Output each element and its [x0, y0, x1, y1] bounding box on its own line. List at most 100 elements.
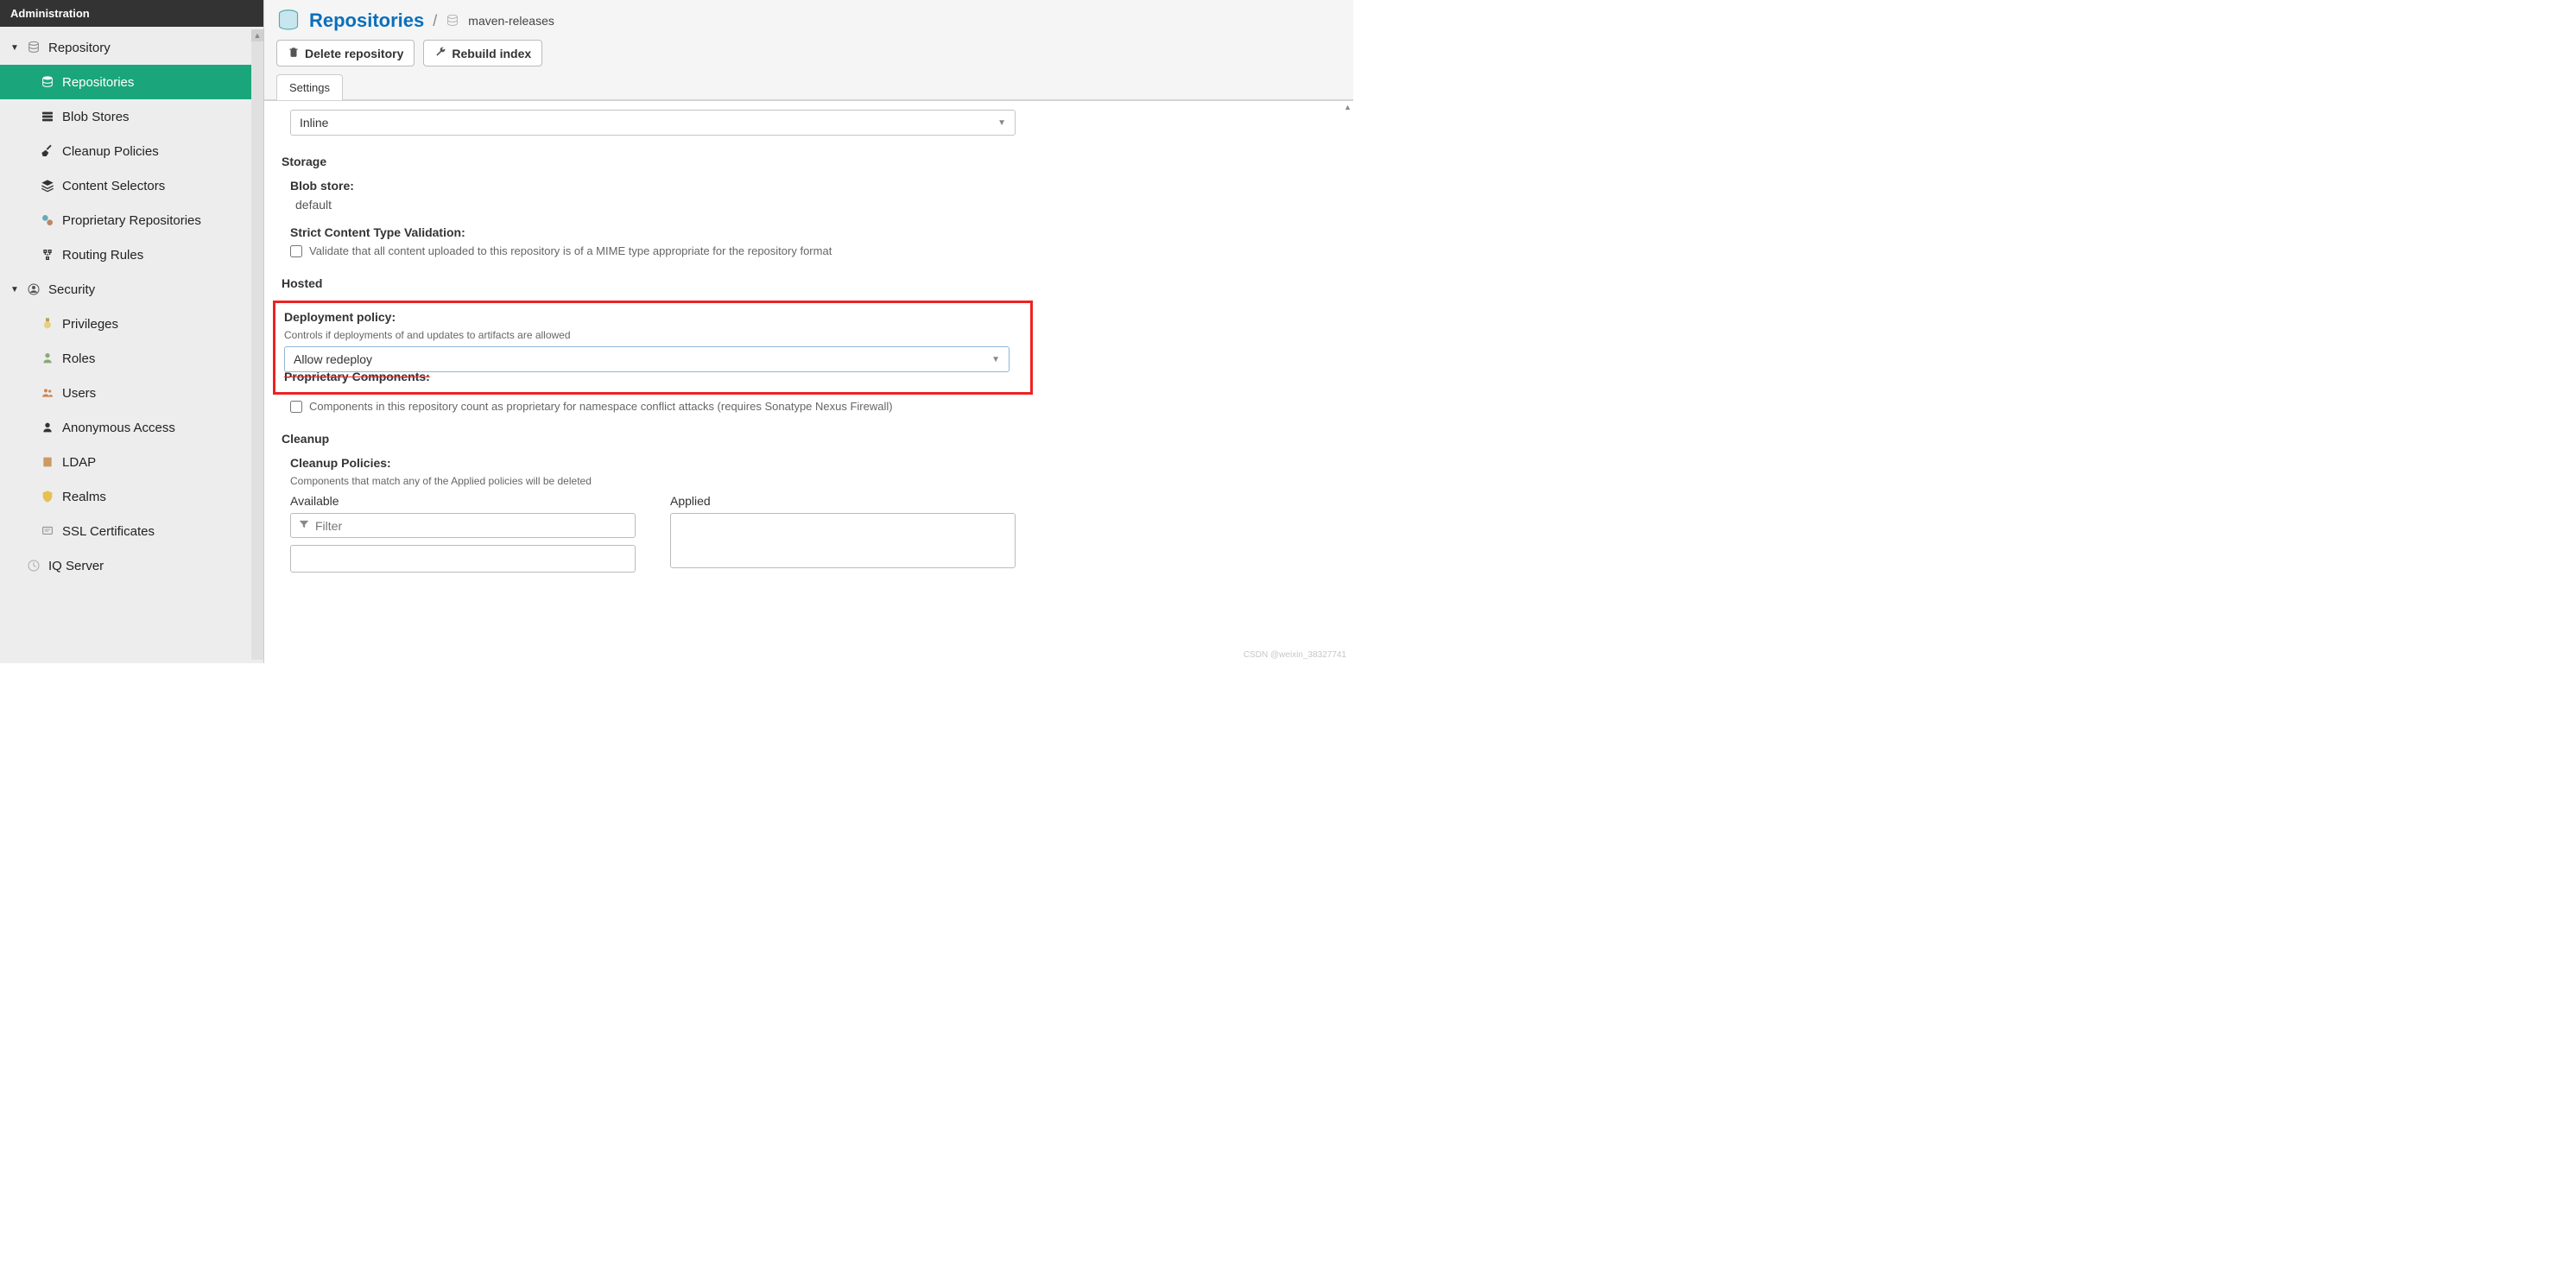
- sidebar-item-label: Repositories: [62, 75, 134, 90]
- users-icon: [40, 385, 55, 401]
- chevron-down-icon: ▼: [10, 43, 21, 53]
- applied-list[interactable]: [670, 513, 1016, 568]
- sidebar-item-privileges[interactable]: Privileges: [0, 307, 263, 341]
- deployment-policy-label: Deployment policy:: [284, 310, 1022, 324]
- sidebar-item-ssl-certificates[interactable]: SSL Certificates: [0, 514, 263, 548]
- scroll-up-arrow[interactable]: ▲: [251, 29, 263, 41]
- watermark: CSDN @weixin_38327741: [1244, 650, 1346, 660]
- chevron-down-icon: ▼: [991, 355, 1000, 364]
- proprietary-checkbox-row[interactable]: Components in this repository count as p…: [290, 400, 1336, 413]
- sidebar-header: Administration: [0, 0, 263, 27]
- available-list[interactable]: [290, 545, 636, 573]
- role-icon: [40, 351, 55, 366]
- sidebar-group-label: Repository: [48, 41, 111, 55]
- certificate-icon: [40, 523, 55, 539]
- sidebar: Administration ▼ Repository Repositories: [0, 0, 263, 663]
- breadcrumb-current: maven-releases: [468, 14, 554, 28]
- sidebar-item-label: Blob Stores: [62, 110, 130, 124]
- form-area: Inline ▼ Storage Blob store: default Str…: [264, 100, 1353, 663]
- deployment-policy-highlight: Deployment policy: Controls if deploymen…: [273, 301, 1033, 395]
- user-icon: [40, 420, 55, 435]
- sidebar-item-proprietary-repositories[interactable]: Proprietary Repositories: [0, 203, 263, 237]
- available-title: Available: [290, 494, 636, 508]
- cleanup-policies-help: Components that match any of the Applied…: [290, 475, 1336, 487]
- sidebar-group-repository[interactable]: ▼ Repository: [0, 30, 263, 65]
- medal-icon: [40, 316, 55, 332]
- sidebar-item-label: Content Selectors: [62, 179, 165, 193]
- strict-validation-label: Strict Content Type Validation:: [290, 225, 1336, 239]
- layers-icon: [40, 178, 55, 193]
- sidebar-item-label: Privileges: [62, 317, 118, 332]
- breadcrumb-title[interactable]: Repositories: [309, 9, 424, 32]
- sidebar-item-routing-rules[interactable]: Routing Rules: [0, 237, 263, 272]
- applied-title: Applied: [670, 494, 1016, 508]
- iq-icon: [26, 558, 41, 573]
- sidebar-group-label: Security: [48, 282, 95, 297]
- wrench-icon: [434, 46, 446, 60]
- section-hosted: Hosted: [282, 276, 1336, 290]
- server-icon: [40, 109, 55, 124]
- trash-icon: [288, 46, 300, 60]
- database-icon: [446, 14, 459, 28]
- section-cleanup: Cleanup: [282, 432, 1336, 446]
- chevron-down-icon: ▼: [10, 285, 21, 294]
- proprietary-components-label: Proprietary Components:: [284, 370, 1022, 383]
- sidebar-item-label: Proprietary Repositories: [62, 213, 201, 228]
- main-area: Repositories / maven-releases Delete rep…: [263, 0, 1353, 663]
- chevron-down-icon: ▼: [997, 118, 1006, 128]
- sidebar-group-security[interactable]: ▼ Security: [0, 272, 263, 307]
- sidebar-item-label: SSL Certificates: [62, 524, 155, 539]
- broom-icon: [40, 143, 55, 159]
- blob-store-label: Blob store:: [290, 179, 1336, 193]
- scroll-up-arrow[interactable]: ▲: [1344, 103, 1351, 111]
- book-icon: [40, 454, 55, 470]
- shield-icon: [40, 489, 55, 504]
- available-filter-input[interactable]: [315, 519, 628, 533]
- applied-column: Applied: [670, 494, 1016, 573]
- sidebar-item-ldap[interactable]: LDAP: [0, 445, 263, 479]
- rebuild-index-button[interactable]: Rebuild index: [423, 40, 542, 66]
- sidebar-item-label: IQ Server: [48, 559, 104, 573]
- breadcrumb-separator: /: [433, 12, 437, 30]
- content-disposition-select[interactable]: Inline ▼: [290, 110, 1016, 136]
- sidebar-item-label: LDAP: [62, 455, 96, 470]
- sidebar-item-content-selectors[interactable]: Content Selectors: [0, 168, 263, 203]
- deployment-policy-select[interactable]: Allow redeploy ▼: [284, 346, 1010, 372]
- proprietary-checkbox[interactable]: [290, 401, 302, 413]
- strict-validation-checkbox[interactable]: [290, 245, 302, 257]
- sidebar-item-iq-server[interactable]: ▼ IQ Server: [0, 548, 263, 583]
- sidebar-item-label: Roles: [62, 351, 95, 366]
- sidebar-item-roles[interactable]: Roles: [0, 341, 263, 376]
- sidebar-item-anonymous-access[interactable]: Anonymous Access: [0, 410, 263, 445]
- database-icon: [26, 40, 41, 55]
- breadcrumb: Repositories / maven-releases: [276, 5, 1341, 40]
- sidebar-item-realms[interactable]: Realms: [0, 479, 263, 514]
- main-header: Repositories / maven-releases Delete rep…: [264, 0, 1353, 100]
- sidebar-scrollbar[interactable]: ▲: [251, 29, 263, 660]
- routing-icon: [40, 247, 55, 263]
- proprietary-icon: [40, 212, 55, 228]
- sidebar-item-label: Routing Rules: [62, 248, 143, 263]
- sidebar-item-cleanup-policies[interactable]: Cleanup Policies: [0, 134, 263, 168]
- security-icon: [26, 282, 41, 297]
- sidebar-item-blob-stores[interactable]: Blob Stores: [0, 99, 263, 134]
- tab-settings[interactable]: Settings: [276, 74, 343, 100]
- sidebar-item-users[interactable]: Users: [0, 376, 263, 410]
- sidebar-item-label: Anonymous Access: [62, 421, 175, 435]
- sidebar-item-label: Cleanup Policies: [62, 144, 159, 159]
- database-icon: [276, 9, 301, 33]
- section-storage: Storage: [282, 155, 1336, 168]
- deployment-policy-help: Controls if deployments of and updates t…: [284, 329, 1022, 341]
- blob-store-value: default: [295, 198, 1336, 212]
- sidebar-item-label: Users: [62, 386, 96, 401]
- strict-validation-checkbox-row[interactable]: Validate that all content uploaded to th…: [290, 244, 1336, 257]
- available-column: Available: [290, 494, 636, 573]
- filter-icon: [298, 518, 310, 533]
- delete-repository-button[interactable]: Delete repository: [276, 40, 415, 66]
- tabs: Settings: [276, 73, 1341, 99]
- cleanup-policies-label: Cleanup Policies:: [290, 456, 1336, 470]
- sidebar-item-label: Realms: [62, 490, 106, 504]
- database-icon: [40, 74, 55, 90]
- available-filter[interactable]: [290, 513, 636, 538]
- sidebar-item-repositories[interactable]: Repositories: [0, 65, 263, 99]
